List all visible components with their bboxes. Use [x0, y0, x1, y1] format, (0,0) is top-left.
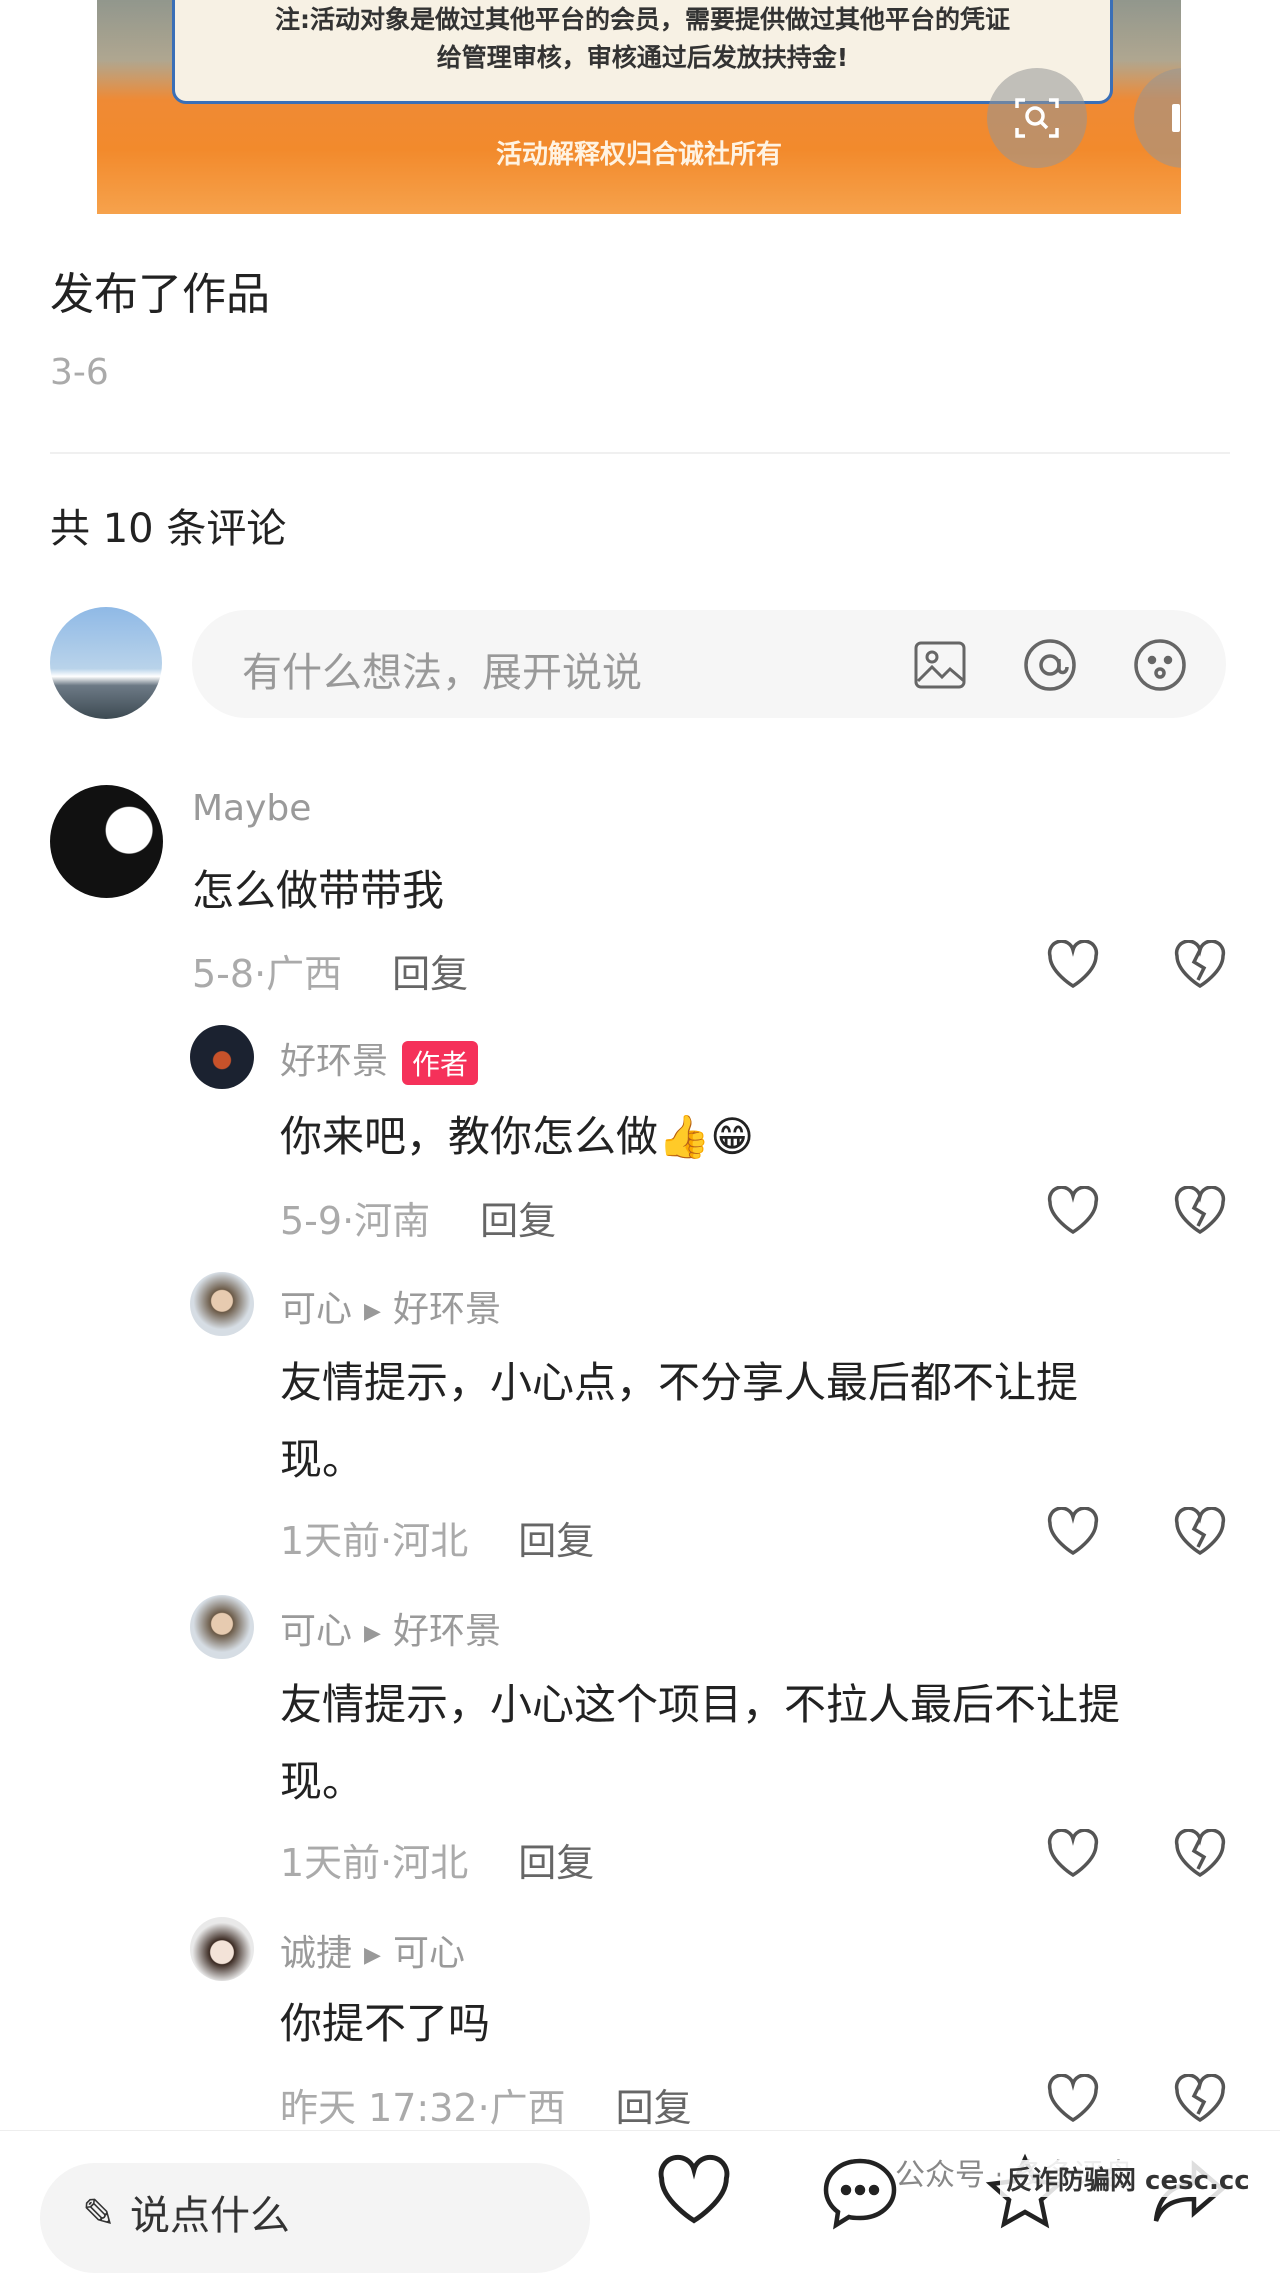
reply-button[interactable]: 回复 — [480, 1199, 556, 1243]
like-heart-icon[interactable] — [1046, 1186, 1100, 1236]
username-text: 可心 — [280, 1289, 353, 1330]
comment-time-location: 5-8·广西 — [192, 952, 343, 996]
comment-text-line: 现。 — [280, 1757, 365, 1806]
comment-count: 共 10 条评论 — [50, 506, 287, 552]
comment-time-location: 1天前·河北 — [280, 1519, 469, 1563]
reply-to-name: 好环景 — [392, 1611, 501, 1652]
scan-search-icon — [1015, 98, 1059, 138]
avatar[interactable] — [190, 1272, 254, 1336]
dislike-icon[interactable] — [1173, 1829, 1227, 1879]
comment-text-line: 友情提示，小心这个项目，不拉人最后不让提 — [280, 1680, 1121, 1729]
comment-text: 友情提示，小心这个项目，不拉人最后不让提 现。 — [280, 1666, 1120, 1820]
comment-text: 你提不了吗 — [280, 1999, 491, 2048]
reply-button[interactable]: 回复 — [518, 1841, 594, 1885]
comment-time-location: 5-9·河南 — [280, 1199, 431, 1243]
comment-text: 你来吧，教你怎么做👍😁 — [280, 1112, 755, 1161]
avatar[interactable] — [190, 1917, 254, 1981]
pencil-icon: ✎ — [82, 2191, 116, 2237]
username-text: 可心 — [280, 1611, 353, 1652]
divider — [50, 452, 1230, 454]
comment-meta: 1天前·河北 回复 — [280, 1510, 594, 1565]
like-heart-icon[interactable] — [1046, 1829, 1100, 1879]
watermark-logo-text: 反诈防骗网 cesc.cc — [1000, 2160, 1256, 2197]
comment-meta: 5-9·河南 回复 — [280, 1190, 556, 1245]
reply-button[interactable]: 回复 — [616, 2086, 692, 2130]
comment-text: 友情提示，小心点，不分享人最后都不让提 现。 — [280, 1344, 1078, 1498]
avatar[interactable] — [50, 785, 163, 898]
avatar[interactable] — [190, 1025, 254, 1089]
say-something-input[interactable]: ✎ 说点什么 — [40, 2163, 590, 2273]
avatar[interactable] — [190, 1595, 254, 1659]
comment-meta: 5-8·广西 回复 — [192, 943, 468, 998]
like-heart-icon[interactable] — [656, 2153, 732, 2229]
username-text: 好环景 — [280, 1041, 389, 1082]
comment-meta: 昨天 17:32·广西 回复 — [280, 2077, 692, 2132]
comment-username[interactable]: Maybe — [192, 788, 311, 829]
dislike-icon[interactable] — [1173, 1507, 1227, 1557]
reply-button[interactable]: 回复 — [518, 1519, 594, 1563]
reply-arrow-icon: ▶ — [364, 1298, 381, 1324]
comment-username[interactable]: 诚捷 ▶ 可心 — [280, 1924, 465, 1976]
like-heart-icon[interactable] — [1046, 940, 1100, 990]
like-heart-icon[interactable] — [1046, 1507, 1100, 1557]
post-date: 3-6 — [50, 352, 109, 393]
notice-line-2: 给管理审核，审核通过后发放扶持金! — [436, 43, 849, 72]
image-search-button[interactable] — [987, 68, 1087, 168]
comment-text-line: 现。 — [280, 1435, 365, 1484]
dislike-icon[interactable] — [1173, 2074, 1227, 2124]
author-badge: 作者 — [402, 1041, 479, 1085]
post-title: 发布了作品 — [50, 269, 270, 320]
comment-input[interactable]: 有什么想法，展开说说 — [192, 610, 1226, 718]
comment-text-line: 友情提示，小心点，不分享人最后都不让提 — [280, 1358, 1079, 1407]
reply-arrow-icon: ▶ — [364, 1942, 381, 1968]
comment-meta: 1天前·河北 回复 — [280, 1832, 594, 1887]
reply-to-name: 好环景 — [392, 1289, 501, 1330]
comment-time-location: 1天前·河北 — [280, 1841, 469, 1885]
at-mention-icon[interactable] — [1022, 637, 1078, 693]
comment-username[interactable]: 可心 ▶ 好环景 — [280, 1280, 501, 1332]
post-banner-image[interactable]: 注:活动对象是做过其他平台的会员，需要提供做过其他平台的凭证 给管理审核，审核通… — [97, 0, 1181, 214]
comment-text: 怎么做带带我 — [192, 866, 445, 915]
banner-notice: 注:活动对象是做过其他平台的会员，需要提供做过其他平台的凭证 给管理审核，审核通… — [172, 0, 1113, 104]
my-avatar[interactable] — [50, 607, 162, 719]
comment-username[interactable]: 可心 ▶ 好环景 — [280, 1602, 501, 1654]
image-icon[interactable] — [912, 637, 968, 693]
say-placeholder: 说点什么 — [130, 2193, 290, 2239]
notice-line-1: 注:活动对象是做过其他平台的会员，需要提供做过其他平台的凭证 — [274, 5, 1010, 34]
comment-bubble-icon[interactable] — [820, 2153, 900, 2233]
like-heart-icon[interactable] — [1046, 2074, 1100, 2124]
dislike-icon[interactable] — [1173, 940, 1227, 990]
pause-icon — [1172, 104, 1180, 132]
reply-to-name: 可心 — [392, 1933, 465, 1974]
comment-time-location: 昨天 17:32·广西 — [280, 2086, 566, 2130]
comment-input-placeholder: 有什么想法，展开说说 — [242, 650, 642, 696]
dislike-icon[interactable] — [1173, 1186, 1227, 1236]
reply-button[interactable]: 回复 — [392, 952, 468, 996]
emoji-icon[interactable] — [1132, 637, 1188, 693]
username-text: 诚捷 — [280, 1933, 353, 1974]
comment-username[interactable]: 好环景 作者 — [280, 1032, 479, 1085]
reply-arrow-icon: ▶ — [364, 1620, 381, 1646]
